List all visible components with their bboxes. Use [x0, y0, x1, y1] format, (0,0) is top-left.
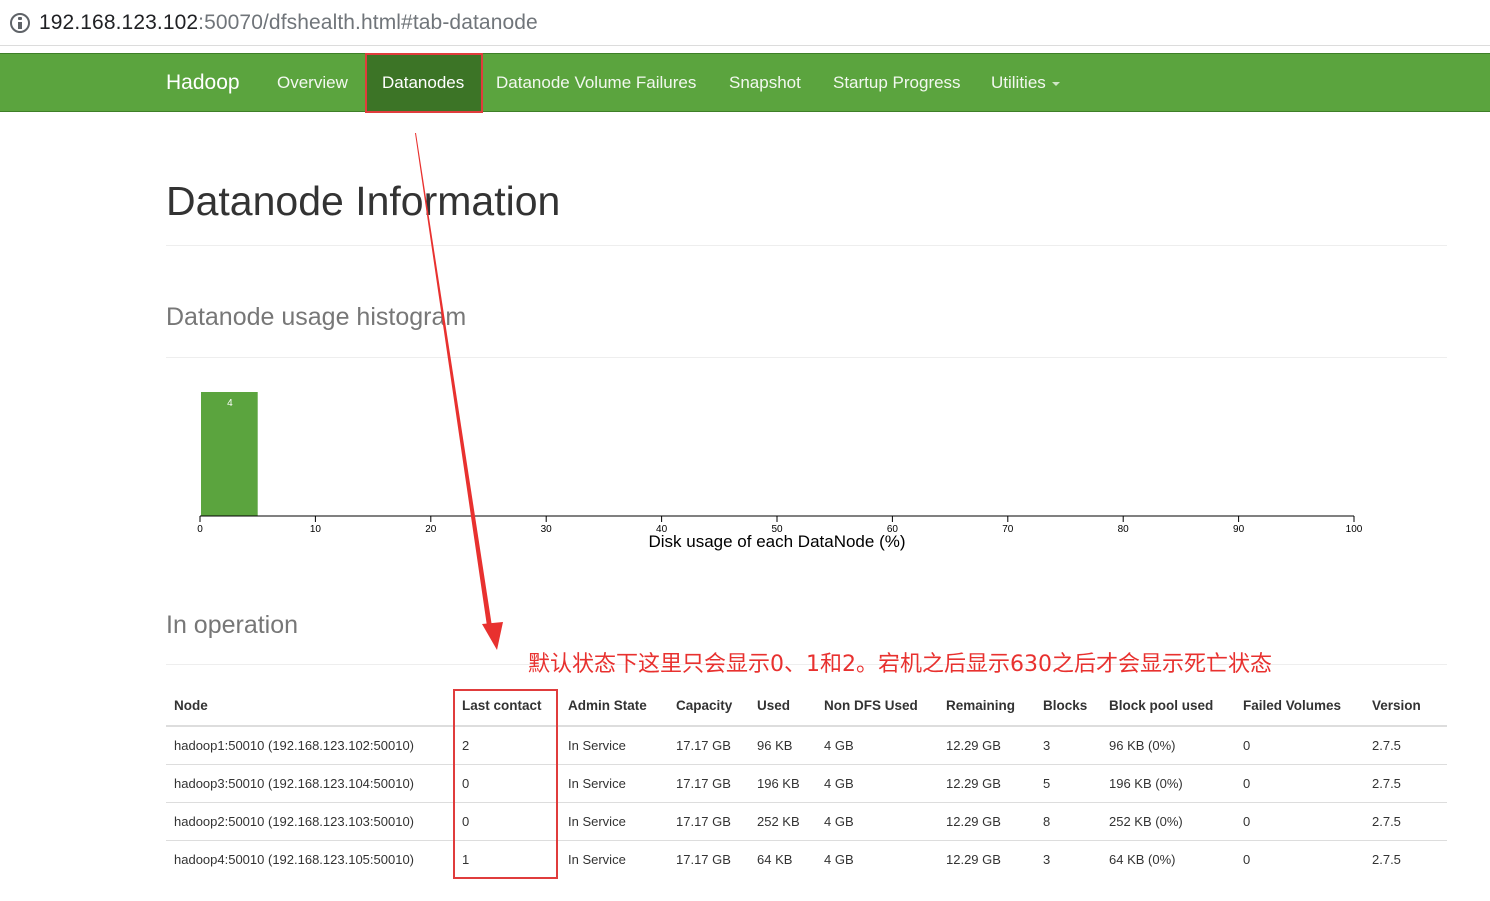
x-axis-label: Disk usage of each DataNode (%) — [648, 532, 905, 551]
table-row: hadoop4:50010 (192.168.123.105:50010) 1 In… — [166, 840, 1447, 878]
brand-link[interactable]: Hadoop — [166, 71, 240, 95]
nav-volume-failures[interactable]: Datanode Volume Failures — [496, 73, 696, 93]
cell-failed-volumes: 0 — [1235, 764, 1364, 803]
cell-node: hadoop3:50010 (192.168.123.104:50010) — [166, 764, 454, 803]
cell-block-pool-used: 196 KB (0%) — [1101, 764, 1235, 803]
x-tick-label: 100 — [1346, 524, 1363, 535]
x-tick-label: 80 — [1118, 524, 1130, 535]
col-capacity[interactable]: Capacity — [668, 686, 749, 727]
highlight-box-datanodes-tab — [365, 53, 483, 113]
cell-remaining: 12.29 GB — [938, 802, 1035, 841]
nav-utilities[interactable]: Utilities — [991, 73, 1060, 93]
cell-blocks: 8 — [1035, 802, 1101, 841]
url-path: :50070/dfshealth.html#tab-datanode — [198, 10, 538, 34]
col-non-dfs-used[interactable]: Non DFS Used — [816, 686, 938, 727]
chevron-down-icon — [1051, 81, 1060, 86]
nav-snapshot[interactable]: Snapshot — [729, 73, 801, 93]
col-version[interactable]: Version — [1364, 686, 1447, 727]
nav-startup-progress[interactable]: Startup Progress — [833, 73, 961, 93]
cell-block-pool-used: 64 KB (0%) — [1109, 851, 1176, 867]
cell-capacity: 17.17 GB — [668, 764, 749, 803]
page-title: Datanode Information — [166, 178, 561, 224]
col-admin-state[interactable]: Admin State — [560, 686, 668, 727]
cell-capacity: 17.17 GB — [668, 802, 749, 841]
highlight-box-last-contact — [453, 689, 558, 879]
cell-blocks: 5 — [1035, 764, 1101, 803]
table-row: hadoop1:50010 (192.168.123.102:50010) 2 In… — [166, 726, 1447, 765]
col-failed-volumes[interactable]: Failed Volumes — [1235, 686, 1364, 727]
table-row: hadoop3:50010 (192.168.123.104:50010) 0 In… — [166, 764, 1447, 803]
cell-capacity: 17.17 GB — [668, 726, 749, 765]
x-tick-label: 70 — [1002, 524, 1014, 535]
x-tick-label: 90 — [1233, 524, 1245, 535]
cell-admin-state: In Service — [560, 802, 668, 841]
cell-version: 2.7.5 — [1372, 851, 1401, 867]
cell-failed-volumes: 0 — [1235, 802, 1364, 841]
cell-non-dfs-used: 4 GB — [816, 764, 938, 803]
cell-admin-state: In Service — [560, 726, 668, 765]
cell-remaining: 12.29 GB — [938, 764, 1035, 803]
x-tick-label: 30 — [541, 524, 553, 535]
datanode-table: Node Last contact Admin State Capacity U… — [166, 686, 1447, 878]
cell-non-dfs-used: 4 GB — [816, 802, 938, 841]
address-bar[interactable]: 192.168.123.102:50070/dfshealth.html#tab… — [0, 0, 1490, 46]
info-icon[interactable] — [10, 12, 30, 33]
cell-used: 64 KB — [757, 851, 793, 867]
cell-blocks: 3 — [1043, 851, 1051, 867]
cell-version: 2.7.5 — [1364, 802, 1447, 841]
cell-capacity: 17.17 GB — [676, 851, 731, 867]
cell-admin-state: In Service — [568, 851, 626, 867]
cell-admin-state: In Service — [560, 764, 668, 803]
navbar: Hadoop Overview Datanodes Datanode Volum… — [0, 53, 1490, 113]
cell-non-dfs-used: 4 GB — [824, 851, 854, 867]
cell-non-dfs-used: 4 GB — [816, 726, 938, 765]
cell-version: 2.7.5 — [1364, 764, 1447, 803]
cell-used: 252 KB — [749, 802, 816, 841]
cell-node: hadoop4:50010 (192.168.123.105:50010) — [174, 851, 414, 867]
col-remaining[interactable]: Remaining — [938, 686, 1035, 727]
annotation-note: 默认状态下这里只会显示0、1和2。宕机之后显示630之后才会显示死亡状态 — [528, 652, 1272, 677]
cell-remaining: 12.29 GB — [946, 851, 1001, 867]
col-block-pool-used[interactable]: Block pool used — [1101, 686, 1235, 727]
usage-histogram: 40 10 20 30 40 50 60 70 80 90 100Disk usage of eac… — [197, 392, 1363, 551]
cell-block-pool-used: 96 KB (0%) — [1101, 726, 1235, 765]
histogram-heading: Datanode usage histogram — [166, 303, 467, 331]
cell-block-pool-used: 252 KB (0%) — [1101, 802, 1235, 841]
cell-version: 2.7.5 — [1364, 726, 1447, 765]
cell-failed-volumes: 0 — [1235, 726, 1364, 765]
col-node[interactable]: Node — [166, 686, 454, 727]
bar-value-label: 4 — [227, 398, 233, 409]
histogram-bar — [201, 392, 258, 516]
table-header-row: Node Last contact Admin State Capacity U… — [166, 686, 1447, 727]
cell-node: hadoop1:50010 (192.168.123.102:50010) — [166, 726, 454, 765]
arrow-head — [482, 622, 503, 650]
cell-failed-volumes: 0 — [1243, 851, 1251, 867]
nav-utilities-label: Utilities — [991, 73, 1046, 92]
cell-used: 196 KB — [749, 764, 816, 803]
cell-blocks: 3 — [1035, 726, 1101, 765]
divider — [166, 245, 1447, 246]
x-tick-label: 20 — [425, 524, 437, 535]
table-row: hadoop2:50010 (192.168.123.103:50010) 0 In… — [166, 802, 1447, 841]
x-tick-label: 10 — [310, 524, 322, 535]
col-blocks[interactable]: Blocks — [1035, 686, 1101, 727]
nav-overview[interactable]: Overview — [277, 73, 348, 93]
x-tick-label: 0 — [197, 524, 203, 535]
divider — [166, 357, 1447, 358]
cell-node: hadoop2:50010 (192.168.123.103:50010) — [166, 802, 454, 841]
col-used[interactable]: Used — [749, 686, 816, 727]
cell-remaining: 12.29 GB — [938, 726, 1035, 765]
operation-heading: In operation — [166, 611, 299, 639]
url-text[interactable]: 192.168.123.102:50070/dfshealth.html#tab… — [39, 11, 538, 35]
url-host: 192.168.123.102 — [39, 10, 199, 34]
cell-used: 96 KB — [749, 726, 816, 765]
